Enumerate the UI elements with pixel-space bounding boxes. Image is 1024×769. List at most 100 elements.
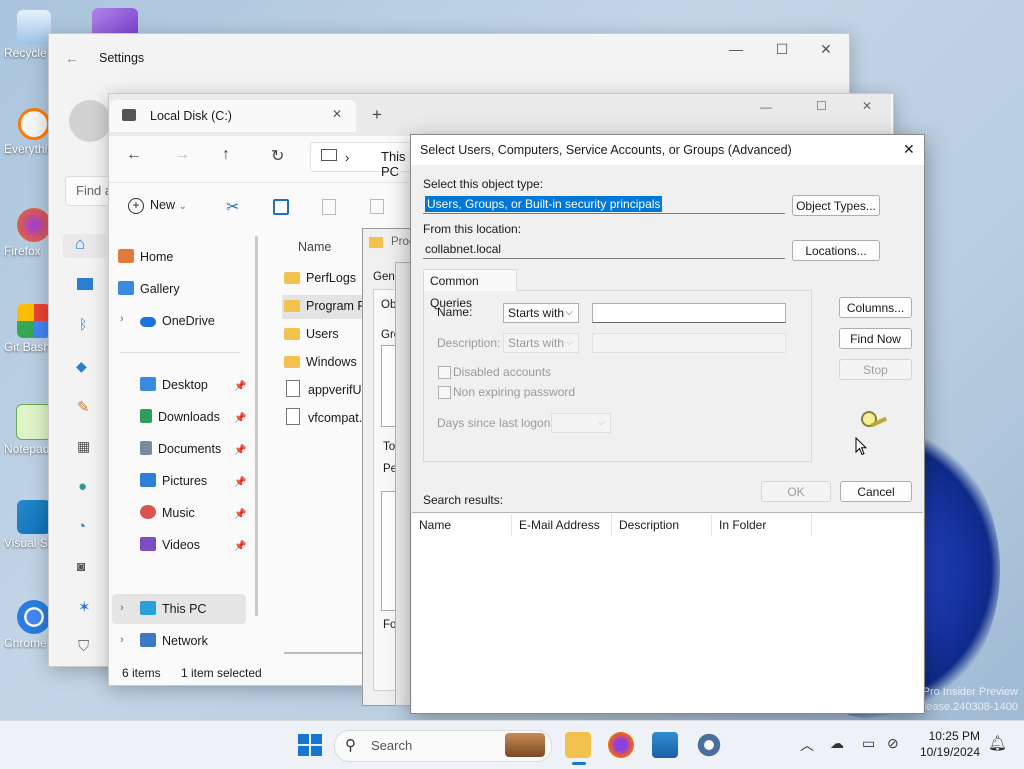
network-expand-chevron-icon[interactable]: ›	[120, 634, 124, 646]
ok-button[interactable]: OK	[761, 481, 831, 502]
sidebar-item-videos[interactable]: Videos	[140, 531, 270, 559]
disabled-accounts-checkbox[interactable]	[438, 366, 451, 379]
object-type-value: Users, Groups, or Built-in security prin…	[425, 196, 663, 212]
pin-icon[interactable]: 📌	[234, 477, 246, 488]
avatar	[69, 100, 111, 142]
name-mode-select[interactable]: Starts with ⌵	[503, 303, 579, 323]
address-bar[interactable]: › This PC	[310, 142, 412, 179]
results-column-email[interactable]: E-Mail Address	[512, 514, 612, 536]
privacy-shield-icon[interactable]: ⛉	[78, 638, 89, 655]
accounts-icon[interactable]: ●	[78, 478, 87, 495]
explorer-minimize-icon[interactable]: —	[760, 100, 772, 114]
new-button[interactable]: + New ⌄	[128, 198, 187, 218]
non-expiring-checkbox[interactable]	[438, 386, 451, 399]
name-input[interactable]	[592, 303, 786, 323]
pin-icon[interactable]: 📌	[234, 541, 246, 552]
control-panel-taskbar-icon[interactable]	[652, 732, 678, 758]
tab-common-queries[interactable]: Common Queries	[423, 269, 517, 310]
find-now-button[interactable]: Find Now	[839, 328, 912, 349]
sidebar-item-gallery[interactable]: Gallery	[118, 275, 248, 303]
description-input[interactable]	[592, 333, 786, 353]
back-arrow-icon[interactable]: ←	[65, 50, 79, 66]
description-mode-select[interactable]: Starts with ⌵	[503, 333, 579, 353]
time-language-icon[interactable]: ◔	[77, 518, 86, 535]
firefox-taskbar-icon[interactable]	[608, 732, 634, 758]
desktop-icon	[140, 377, 156, 391]
days-select[interactable]: ⌵	[551, 413, 611, 433]
notification-bell-icon[interactable]: 🔔︎	[988, 734, 1007, 752]
display-icon[interactable]: ▭	[862, 735, 875, 752]
maximize-icon[interactable]: ☐	[759, 34, 805, 64]
new-tab-icon[interactable]: +	[372, 105, 382, 125]
results-column-name[interactable]: Name	[412, 514, 512, 536]
refresh-icon[interactable]: ↻	[271, 146, 284, 166]
sidebar-item-network[interactable]: Network	[140, 627, 270, 655]
sidebar-item-onedrive[interactable]: OneDrive	[140, 307, 270, 335]
pin-icon[interactable]: 📌	[234, 509, 246, 520]
description-label: Description:	[437, 336, 501, 350]
tab-close-icon[interactable]: ✕	[332, 107, 342, 121]
cancel-button[interactable]: Cancel	[840, 481, 912, 502]
sidebar-item-desktop[interactable]: Desktop	[140, 371, 270, 399]
explorer-tab[interactable]: Local Disk (C:) ✕	[110, 100, 356, 132]
explorer-close-icon[interactable]: ✕	[862, 99, 872, 113]
pin-icon[interactable]: 📌	[234, 413, 246, 424]
everything-icon	[18, 108, 50, 140]
close-icon[interactable]: ✕	[803, 34, 849, 64]
start-button[interactable]	[298, 734, 322, 756]
sidebar-item-this-pc[interactable]: This PC	[140, 595, 270, 623]
network-icon[interactable]: ◆	[76, 358, 87, 375]
drive-icon	[122, 109, 136, 121]
sidebar-item-downloads[interactable]: Downloads	[140, 403, 270, 431]
apps-icon[interactable]: ▦	[77, 438, 90, 455]
object-types-button[interactable]: Object Types...	[792, 195, 880, 216]
sidebar-item-home[interactable]: Home	[118, 243, 248, 271]
folder-icon	[369, 237, 383, 248]
columns-button[interactable]: Columns...	[839, 297, 912, 318]
horizontal-scrollbar[interactable]	[284, 652, 364, 654]
rename-icon[interactable]	[370, 199, 384, 214]
accessibility-icon[interactable]: ✶	[78, 598, 91, 616]
search-results-list[interactable]	[412, 512, 923, 713]
cut-icon[interactable]: ✂	[226, 197, 239, 217]
dialog-close-icon[interactable]: ✕	[903, 141, 915, 158]
file-explorer-taskbar-icon[interactable]	[565, 732, 591, 758]
home-icon[interactable]: ⌂	[75, 234, 85, 254]
sidebar-item-documents[interactable]: Documents	[140, 435, 270, 463]
clock-date[interactable]: 10/19/2024	[914, 745, 980, 759]
locations-button[interactable]: Locations...	[792, 240, 880, 261]
list-item[interactable]: PerfLogs	[284, 265, 356, 291]
paste-icon[interactable]	[322, 199, 336, 215]
personalization-icon[interactable]: ✎	[77, 398, 90, 416]
sidebar-scrollbar[interactable]	[255, 236, 258, 616]
list-item[interactable]: Users	[284, 321, 339, 347]
back-icon[interactable]: ←	[126, 146, 142, 164]
taskbar-search-box[interactable]: ⚲ Search	[334, 730, 552, 762]
pin-icon[interactable]: 📌	[234, 381, 246, 392]
network-disconnected-icon[interactable]: ⊘	[887, 735, 899, 752]
cloud-sync-icon[interactable]: ☁	[830, 735, 844, 752]
explorer-maximize-icon[interactable]: ☐	[816, 99, 827, 113]
column-header-name[interactable]: Name	[298, 240, 331, 254]
sidebar-item-pictures[interactable]: Pictures	[140, 467, 270, 495]
bluetooth-icon[interactable]: ᛒ	[79, 316, 87, 332]
new-label: New	[150, 198, 176, 212]
forward-icon[interactable]: →	[174, 146, 190, 164]
onedrive-expand-chevron-icon[interactable]: ›	[120, 313, 124, 325]
up-icon[interactable]: ↑	[222, 146, 230, 164]
pin-icon[interactable]: 📌	[234, 445, 246, 456]
settings-gear-taskbar-icon[interactable]	[696, 732, 722, 758]
chevron-up-icon[interactable]: ︿	[800, 735, 814, 755]
list-item[interactable]: Windows	[284, 349, 357, 375]
results-column-description[interactable]: Description	[612, 514, 712, 536]
stop-button[interactable]: Stop	[839, 359, 912, 380]
results-column-in-folder[interactable]: In Folder	[712, 514, 812, 536]
copy-icon[interactable]	[273, 199, 289, 215]
system-icon[interactable]	[77, 278, 93, 290]
sidebar-item-music[interactable]: Music	[140, 499, 270, 527]
pictures-icon	[140, 473, 156, 487]
thispc-expand-chevron-icon[interactable]: ›	[120, 602, 124, 614]
minimize-icon[interactable]: —	[713, 34, 759, 64]
clock-time[interactable]: 10:25 PM	[920, 729, 980, 743]
gaming-icon[interactable]: ◙	[77, 558, 85, 574]
